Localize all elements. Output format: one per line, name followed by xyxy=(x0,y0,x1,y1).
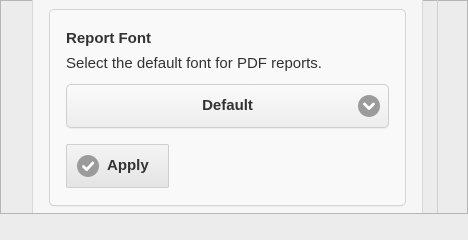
check-icon xyxy=(77,155,99,177)
section-title: Report Font xyxy=(66,30,151,47)
right-gutter-divider xyxy=(437,0,438,213)
section-description: Select the default font for PDF reports. xyxy=(66,55,322,72)
apply-button-label: Apply xyxy=(107,157,149,174)
chevron-down-icon xyxy=(358,95,380,117)
apply-button[interactable]: Apply xyxy=(66,144,169,188)
font-select[interactable]: Default xyxy=(66,84,389,128)
report-font-card: Report Font Select the default font for … xyxy=(49,9,406,206)
font-select-value: Default xyxy=(202,97,253,114)
